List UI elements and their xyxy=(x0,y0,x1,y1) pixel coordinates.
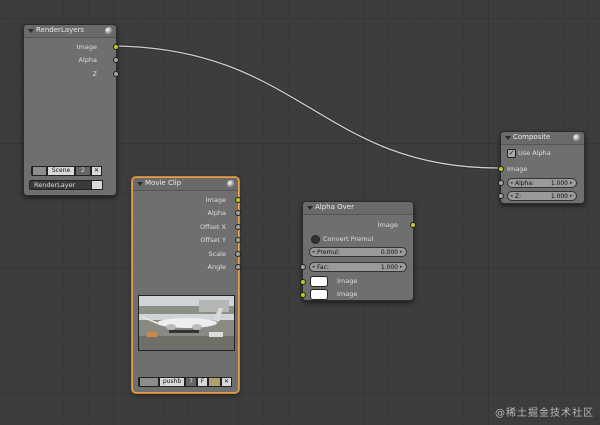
movie-clip-node[interactable]: Movie Clip Image Alpha Offset X Offset Y… xyxy=(132,177,241,393)
premul-field[interactable]: ◂ Premul: 0.000 ▸ xyxy=(309,247,407,257)
convert-premul-label: Convert Premul xyxy=(323,235,374,243)
use-alpha-label: Use Alpha xyxy=(518,149,551,157)
premul-field-value: 0.000 xyxy=(380,249,398,256)
render-layer-selector[interactable]: RenderLayer xyxy=(29,180,103,190)
clip-selector[interactable]: pushb 7 F ✕ xyxy=(138,377,232,387)
convert-premul-checkbox[interactable] xyxy=(311,235,320,244)
composite-node[interactable]: Composite ✓ Use Alpha Image ◂ Alpha: 1.0… xyxy=(498,131,585,204)
clip-name-field[interactable]: pushb xyxy=(159,377,185,387)
output-label-offset-y: Offset Y xyxy=(200,236,226,244)
scene-browse-icon[interactable] xyxy=(32,166,47,176)
output-socket-image[interactable] xyxy=(410,222,416,228)
render-layers-header[interactable]: RenderLayers xyxy=(24,25,116,38)
scene-selector[interactable]: Scene 2 ✕ xyxy=(31,166,102,176)
use-alpha-checkbox[interactable]: ✓ xyxy=(507,149,516,158)
alpha-field-value: 1.000 xyxy=(550,180,568,187)
output-socket-z[interactable] xyxy=(113,71,119,77)
link-renderlayers-image-to-composite-image xyxy=(109,44,499,170)
input-socket-image[interactable] xyxy=(498,166,504,172)
output-socket-alpha[interactable] xyxy=(113,57,119,63)
link-renderlayers-image-to-composite-image-line xyxy=(109,45,499,169)
render-layers-node[interactable]: RenderLayers Image Alpha Z Scene 2 ✕ Ren… xyxy=(23,24,119,196)
z-field-value: 1.000 xyxy=(550,193,568,200)
input-socket-z[interactable] xyxy=(498,193,504,199)
node-title: Alpha Over xyxy=(315,203,354,211)
alpha-field[interactable]: ◂ Alpha: 1.000 ▸ xyxy=(507,178,577,188)
decrement-arrow-icon[interactable]: ◂ xyxy=(312,264,316,270)
node-title: Movie Clip xyxy=(145,179,182,187)
increment-arrow-icon[interactable]: ▸ xyxy=(570,193,574,199)
input-socket-image-1[interactable] xyxy=(300,279,306,285)
clip-users-count[interactable]: 7 xyxy=(185,377,197,387)
watermark: @稀土掘金技术社区 xyxy=(495,408,594,419)
increment-arrow-icon[interactable]: ▸ xyxy=(400,264,404,270)
node-preview-sphere-icon[interactable] xyxy=(573,134,581,142)
output-label-angle: Angle xyxy=(207,263,227,271)
output-label-image: Image xyxy=(76,43,97,51)
image-2-color-swatch[interactable] xyxy=(310,289,328,300)
composite-header[interactable]: Composite xyxy=(501,132,584,145)
output-socket-alpha[interactable] xyxy=(235,210,241,216)
input-label-image-1: Image xyxy=(337,277,358,285)
collapse-triangle-icon[interactable] xyxy=(505,136,511,140)
decrement-arrow-icon[interactable]: ◂ xyxy=(312,249,316,255)
movie-clip-header[interactable]: Movie Clip xyxy=(133,178,238,191)
clip-preview-thumbnail xyxy=(138,295,235,351)
increment-arrow-icon[interactable]: ▸ xyxy=(400,249,404,255)
airplane-preview-image xyxy=(139,296,234,350)
output-socket-scale[interactable] xyxy=(235,251,241,257)
input-socket-fac[interactable] xyxy=(300,264,306,270)
node-preview-sphere-icon[interactable] xyxy=(227,180,235,188)
collapse-triangle-icon[interactable] xyxy=(28,29,34,33)
alpha-over-node[interactable]: Alpha Over Image Convert Premul ◂ Premul… xyxy=(300,201,416,301)
increment-arrow-icon[interactable]: ▸ xyxy=(570,180,574,186)
input-label-image: Image xyxy=(507,165,528,173)
node-title: Composite xyxy=(513,133,551,141)
fac-field-label: Fac: xyxy=(317,264,329,271)
fac-field-value: 1.000 xyxy=(380,264,398,271)
alpha-over-header[interactable]: Alpha Over xyxy=(303,202,413,215)
fake-user-button[interactable]: F xyxy=(197,377,208,387)
collapse-triangle-icon[interactable] xyxy=(307,206,313,210)
render-layer-name: RenderLayer xyxy=(34,181,76,189)
output-label-image: Image xyxy=(377,221,398,229)
open-folder-icon[interactable] xyxy=(208,377,221,387)
output-socket-offset-x[interactable] xyxy=(235,224,241,230)
scene-unlink-icon[interactable]: ✕ xyxy=(91,166,102,176)
premul-field-label: Premul: xyxy=(317,249,340,256)
alpha-field-label: Alpha: xyxy=(515,180,535,187)
output-label-z: Z xyxy=(92,70,97,78)
output-label-offset-x: Offset X xyxy=(199,223,226,231)
node-title: RenderLayers xyxy=(36,26,85,34)
output-socket-angle[interactable] xyxy=(235,264,241,270)
input-socket-image-2[interactable] xyxy=(300,292,306,298)
decrement-arrow-icon[interactable]: ◂ xyxy=(510,193,514,199)
output-socket-image[interactable] xyxy=(235,197,241,203)
input-socket-alpha[interactable] xyxy=(498,180,504,186)
image-1-color-swatch[interactable] xyxy=(310,276,328,287)
z-field[interactable]: ◂ Z: 1.000 ▸ xyxy=(507,191,577,201)
decrement-arrow-icon[interactable]: ◂ xyxy=(510,180,514,186)
node-preview-sphere-icon[interactable] xyxy=(105,27,113,35)
collapse-triangle-icon[interactable] xyxy=(137,182,143,186)
fac-field[interactable]: ◂ Fac: 1.000 ▸ xyxy=(309,262,407,272)
output-socket-image[interactable] xyxy=(113,44,119,50)
scene-users-count[interactable]: 2 xyxy=(75,166,91,176)
output-socket-offset-y[interactable] xyxy=(235,237,241,243)
z-field-label: Z: xyxy=(515,193,522,200)
output-label-alpha: Alpha xyxy=(207,209,226,217)
output-label-image: Image xyxy=(205,196,226,204)
output-label-scale: Scale xyxy=(208,250,227,258)
clip-unlink-icon[interactable]: ✕ xyxy=(221,377,232,387)
input-label-image-2: Image xyxy=(337,290,358,298)
output-label-alpha: Alpha xyxy=(78,56,97,64)
render-layer-icon[interactable] xyxy=(91,180,103,190)
clip-browse-icon[interactable] xyxy=(139,377,159,387)
scene-name-field[interactable]: Scene xyxy=(47,166,75,176)
